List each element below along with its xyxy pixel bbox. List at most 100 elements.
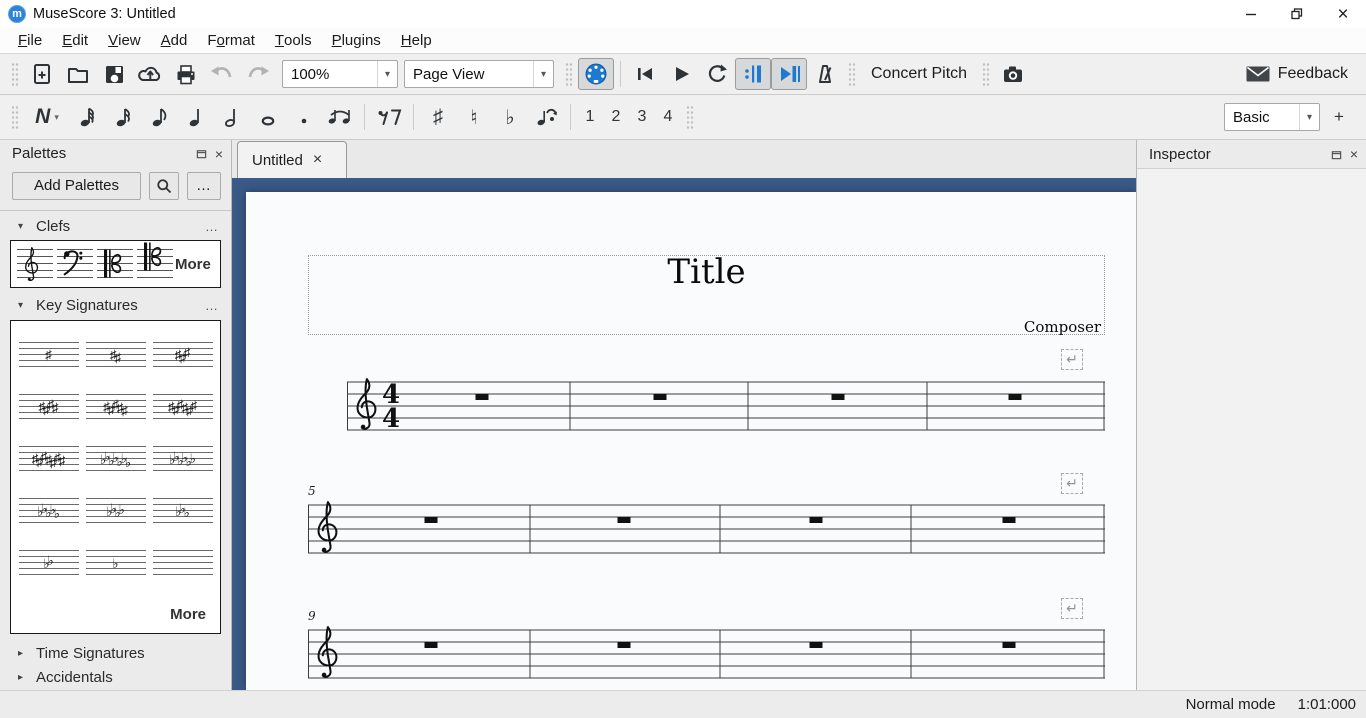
play-repeats-toggle[interactable] [735,58,771,90]
workspace-select[interactable]: Basic ▾ [1224,103,1320,131]
new-score-button[interactable] [24,58,60,90]
keysig-item[interactable]: ♯ [17,335,81,375]
zoom-select[interactable]: 100% ▾ [282,60,398,88]
menu-item-file[interactable]: File [8,28,52,53]
palette-section-time-signatures[interactable]: ▸ Time Signatures [0,642,231,666]
clef-bass-item[interactable] [55,241,95,287]
clef-alto-item[interactable] [95,241,135,287]
staff-system-3[interactable] [308,616,1105,690]
keysig-item[interactable]: ♭♭♭♭♭♭ [151,439,215,479]
voice-1-button[interactable]: 1 [577,101,603,133]
minimize-button[interactable] [1228,0,1274,28]
keysig-item[interactable]: ♭ [84,543,148,583]
note-input-mode-button[interactable]: N ▾ [24,101,70,133]
voice-2-button[interactable]: 2 [603,101,629,133]
close-panel-icon[interactable]: × [1350,147,1358,161]
feedback-button[interactable]: Feedback [1246,65,1360,83]
toolbar-grip[interactable] [11,105,19,129]
loop-playback-button[interactable] [699,58,735,90]
keysig-item[interactable]: ♯♯♯♯♯ [84,387,148,427]
flip-direction-button[interactable] [528,101,564,133]
section-menu-icon[interactable]: … [205,298,219,313]
note-32nd-button[interactable] [70,101,106,133]
keysig-item[interactable]: ♭♭♭♭ [84,491,148,531]
rewind-button[interactable] [627,58,663,90]
add-palettes-button[interactable]: Add Palettes [12,172,141,200]
keysig-item[interactable]: ♭♭♭♭♭ [17,491,81,531]
close-button[interactable]: × [1320,0,1366,28]
keysig-item[interactable]: ♯♯ [84,335,148,375]
tie-button[interactable] [322,101,358,133]
note-16th-button[interactable] [106,101,142,133]
play-button[interactable] [663,58,699,90]
toolbar-grip[interactable] [686,105,694,129]
system-break-marker[interactable]: ↵ [1061,349,1083,370]
open-file-button[interactable] [60,58,96,90]
menu-item-view[interactable]: View [98,28,151,53]
score-title[interactable]: Title [309,252,1104,292]
toolbar-grip[interactable] [848,62,856,86]
float-panel-icon[interactable] [1331,149,1342,160]
clef-treble-item[interactable] [15,241,55,287]
keysig-item[interactable]: ♭♭ [17,543,81,583]
clefs-more-button[interactable]: More [175,256,211,273]
palette-section-accidentals[interactable]: ▸ Accidentals [0,666,231,690]
restore-button[interactable] [1274,0,1320,28]
concert-pitch-toggle[interactable]: Concert Pitch [861,58,977,90]
score-composer[interactable]: Composer [1024,318,1101,336]
keysig-item[interactable]: ♯♯♯♯♯♯♯ [17,439,81,479]
metronome-toggle[interactable] [807,58,843,90]
score-canvas[interactable]: Title Composer ↵ ↵ ↵ 4 4 [232,178,1136,690]
voice-4-button[interactable]: 4 [655,101,681,133]
rest-button[interactable] [371,101,407,133]
keysig-item[interactable] [151,543,215,583]
menu-item-help[interactable]: Help [391,28,442,53]
print-button[interactable] [168,58,204,90]
save-online-button[interactable] [132,58,168,90]
note-quarter-button[interactable] [178,101,214,133]
keysig-item[interactable]: ♭♭♭ [151,491,215,531]
view-mode-select[interactable]: Page View ▾ [404,60,554,88]
menu-item-edit[interactable]: Edit [52,28,98,53]
note-whole-button[interactable] [250,101,286,133]
flat-button[interactable]: ♭ [492,101,528,133]
pan-score-toggle[interactable] [771,58,807,90]
section-menu-icon[interactable]: … [205,219,219,234]
close-panel-icon[interactable]: × [215,147,223,161]
note-eighth-button[interactable] [142,101,178,133]
menu-item-add[interactable]: Add [151,28,198,53]
keysig-more-button[interactable]: More [170,606,206,623]
tab-untitled[interactable]: Untitled × [237,141,347,178]
palette-section-key-signatures[interactable]: ▾ Key Signatures … [0,294,231,318]
keysig-item[interactable]: ♭♭♭♭♭♭♭ [84,439,148,479]
note-half-button[interactable] [214,101,250,133]
menu-item-plugins[interactable]: Plugins [322,28,391,53]
menu-item-format[interactable]: Format [197,28,265,53]
title-frame[interactable]: Title Composer [308,255,1105,335]
staff-system-2[interactable] [308,491,1105,569]
staff-system-1[interactable]: 4 4 [347,368,1105,446]
tab-close-icon[interactable]: × [313,151,322,169]
voice-3-button[interactable]: 3 [629,101,655,133]
redo-button[interactable] [240,58,276,90]
toolbar-grip[interactable] [565,62,573,86]
add-workspace-button[interactable]: + [1328,104,1350,130]
palette-options-button[interactable]: … [187,172,221,200]
sharp-button[interactable]: ♯ [420,101,456,133]
keysig-item[interactable]: ♯♯♯♯ [17,387,81,427]
save-button[interactable] [96,58,132,90]
float-panel-icon[interactable] [196,148,207,159]
image-capture-toggle[interactable] [995,58,1031,90]
toolbar-grip[interactable] [11,62,19,86]
undo-button[interactable] [204,58,240,90]
augmentation-dot-button[interactable] [286,101,322,133]
keysig-item[interactable]: ♯♯♯ [151,335,215,375]
palette-search-button[interactable] [149,172,179,200]
keysig-item[interactable]: ♯♯♯♯♯♯ [151,387,215,427]
midi-input-toggle[interactable] [578,58,614,90]
score-page[interactable]: Title Composer ↵ ↵ ↵ 4 4 [246,192,1136,690]
natural-button[interactable]: ♮ [456,101,492,133]
palette-section-clefs[interactable]: ▾ Clefs … [0,215,231,239]
toolbar-grip[interactable] [982,62,990,86]
menu-item-tools[interactable]: Tools [265,28,322,53]
